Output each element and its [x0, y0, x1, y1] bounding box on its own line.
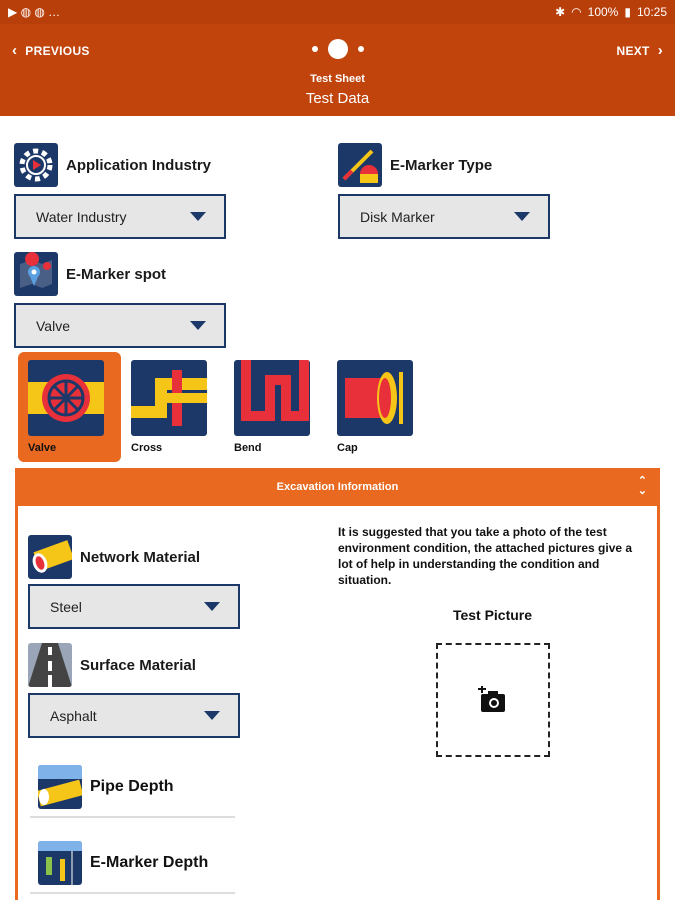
clock: 10:25 [636, 5, 667, 19]
photo-hint-text: It is suggested that you take a photo of… [338, 525, 633, 587]
application-industry-value: Water Industry [36, 208, 127, 225]
surface-material-value: Asphalt [50, 707, 97, 724]
notification-icons: ▶ ◍ ◍ … [8, 5, 60, 19]
road-surface-icon [28, 643, 72, 687]
dropdown-arrow-icon [190, 212, 206, 221]
application-industry-label: Application Industry [66, 156, 212, 174]
emarker-spot-label: E-Marker spot [66, 265, 167, 283]
spot-option-valve[interactable]: Valve [18, 352, 121, 462]
spot-options: Valve Cross Bend Cap [18, 352, 430, 462]
emarker-type-select[interactable]: Disk Marker [338, 194, 550, 239]
spot-option-cross[interactable]: Cross [121, 352, 224, 462]
surface-material-select[interactable]: Asphalt [28, 693, 240, 738]
page-subtitle: Test Sheet [310, 73, 365, 85]
map-pin-icon [14, 252, 58, 296]
wifi-icon: ◠ [571, 5, 582, 19]
spot-option-label: Valve [28, 442, 57, 454]
spot-option-label: Bend [234, 442, 262, 454]
page-dot [311, 46, 318, 52]
status-bar: ▶ ◍ ◍ … ✱ ◠ 100% ▮ 10:25 [0, 0, 675, 24]
emarker-depth-label: E-Marker Depth [90, 854, 209, 871]
network-material-header: Network Material [28, 535, 200, 579]
emarker-depth-row[interactable]: E-Marker Depth [30, 834, 235, 894]
page-indicator [311, 39, 364, 59]
add-photo-button[interactable] [436, 643, 550, 757]
collapse-toggle-icon[interactable]: ⌃ ⌄ [638, 476, 647, 497]
dropdown-arrow-icon [204, 711, 220, 720]
dropdown-arrow-icon [190, 321, 206, 330]
cap-pipe-icon [337, 360, 413, 436]
battery-level: 100% [587, 5, 619, 19]
network-material-label: Network Material [80, 548, 201, 566]
chevron-left-icon: ‹ [12, 42, 18, 59]
dropdown-arrow-icon [204, 602, 220, 611]
network-material-value: Steel [50, 598, 82, 615]
marker-type-icon [338, 143, 382, 187]
previous-label: PREVIOUS [25, 43, 90, 58]
excavation-title: Excavation Information [276, 481, 399, 493]
test-picture-label: Test Picture [452, 607, 533, 623]
next-button[interactable]: NEXT › [616, 42, 663, 59]
industry-gear-icon [14, 143, 58, 187]
valve-icon [28, 360, 104, 436]
surface-material-label: Surface Material [80, 656, 196, 674]
application-industry-select[interactable]: Water Industry [14, 194, 226, 239]
marker-depth-icon [38, 841, 82, 885]
app-header: ‹ PREVIOUS NEXT › Test Sheet Test Data [0, 24, 675, 116]
emarker-type-value: Disk Marker [360, 208, 435, 225]
bend-pipe-icon [234, 360, 310, 436]
excavation-header[interactable]: Excavation Information ⌃ ⌄ [18, 468, 657, 506]
pipe-depth-row[interactable]: Pipe Depth [30, 758, 235, 818]
pipe-depth-label: Pipe Depth [90, 778, 174, 795]
page-title: Test Data [305, 90, 370, 107]
chevron-right-icon: › [657, 42, 663, 59]
emarker-type-label: E-Marker Type [390, 156, 493, 174]
battery-icon: ▮ [624, 5, 631, 19]
spot-option-bend[interactable]: Bend [224, 352, 327, 462]
cross-pipe-icon [131, 360, 207, 436]
spot-option-label: Cross [131, 442, 163, 454]
previous-button[interactable]: ‹ PREVIOUS [12, 42, 90, 59]
emarker-type-header: E-Marker Type [338, 143, 492, 187]
emarker-spot-value: Valve [36, 317, 70, 334]
pipe-material-icon [28, 535, 72, 579]
add-camera-icon [478, 686, 505, 712]
page-dot-active [327, 39, 348, 59]
network-material-select[interactable]: Steel [28, 584, 240, 629]
emarker-spot-header: E-Marker spot [14, 252, 166, 296]
dropdown-arrow-icon [514, 212, 530, 221]
notification-icons-text: ▶ ◍ ◍ … [8, 5, 61, 19]
bluetooth-icon: ✱ [555, 5, 566, 19]
page-dot [357, 46, 364, 52]
emarker-spot-select[interactable]: Valve [14, 303, 226, 348]
surface-material-header: Surface Material [28, 643, 196, 687]
spot-option-label: Cap [337, 442, 358, 454]
next-label: NEXT [616, 43, 650, 58]
pipe-depth-icon [38, 765, 82, 809]
application-industry-header: Application Industry [14, 143, 211, 187]
spot-option-cap[interactable]: Cap [327, 352, 430, 462]
